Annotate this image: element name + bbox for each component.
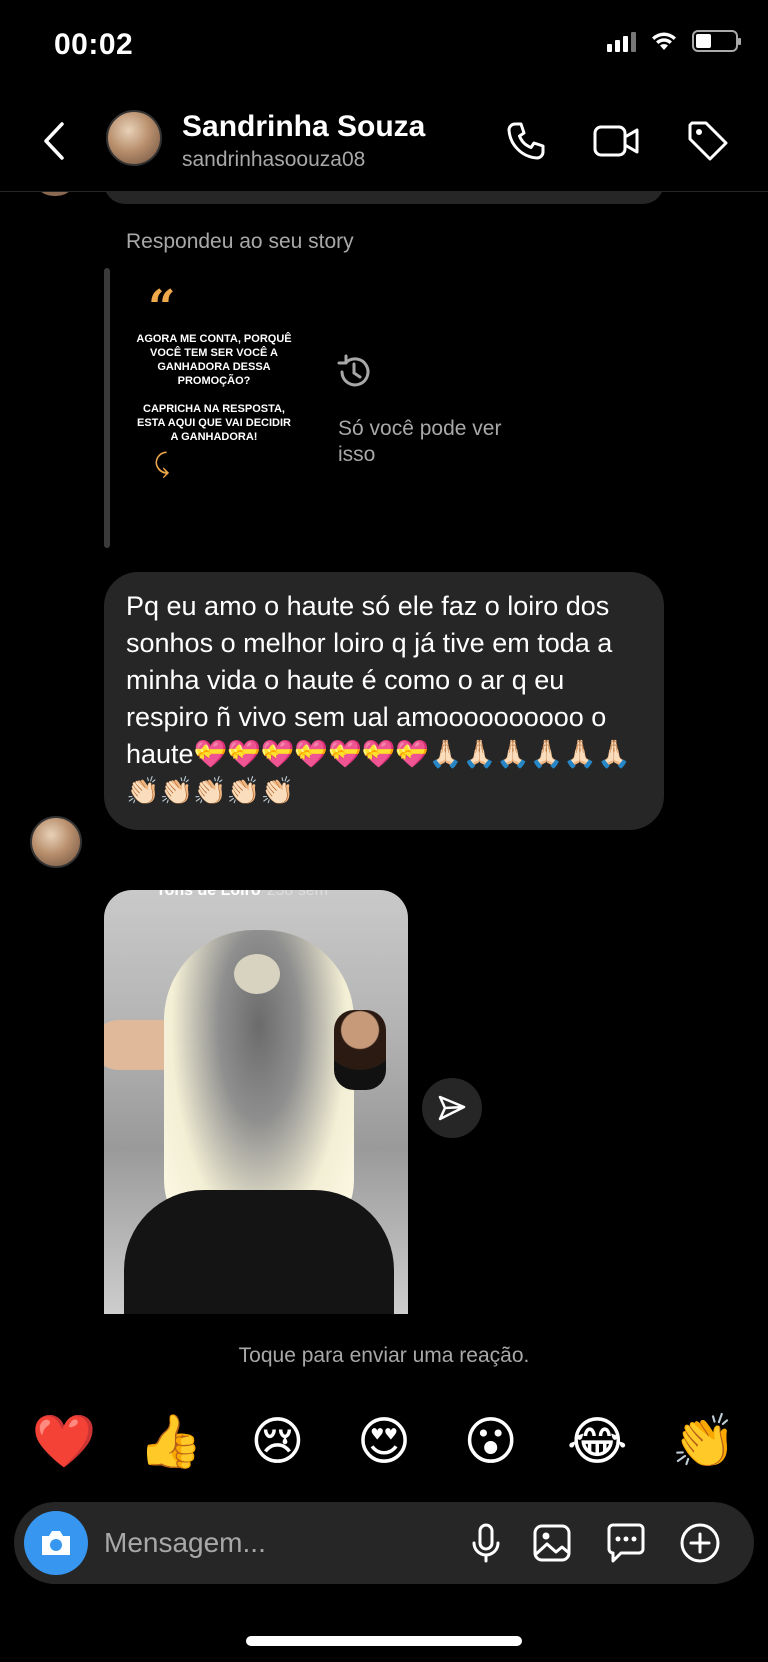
shared-story-image[interactable]: Tons de Loiro 238 sem xyxy=(104,890,408,1314)
contact-avatar[interactable] xyxy=(106,110,162,166)
reaction-crying[interactable]: 😢 xyxy=(241,1410,313,1474)
back-button[interactable] xyxy=(34,118,74,164)
home-indicator[interactable] xyxy=(246,1636,522,1646)
story-text-cta: CAPRICHA NA RESPOSTA, ESTA AQUI QUE VAI … xyxy=(136,403,291,443)
tag-icon xyxy=(688,121,728,161)
tag-button[interactable] xyxy=(683,116,733,166)
share-button[interactable] xyxy=(422,1078,482,1138)
message-composer xyxy=(14,1502,754,1584)
reaction-heart-eyes[interactable]: 😍 xyxy=(348,1410,420,1474)
video-call-button[interactable] xyxy=(591,116,641,166)
contact-username[interactable]: sandrinhasoouza08 xyxy=(182,148,365,172)
avatar xyxy=(32,192,78,196)
reaction-heart[interactable]: ❤️ xyxy=(28,1410,100,1474)
phone-icon xyxy=(507,122,545,160)
chat-thread[interactable]: Respondeu ao seu story “ AGORA ME CONTA,… xyxy=(0,192,768,1314)
more-button[interactable] xyxy=(678,1521,722,1565)
signal-icon xyxy=(607,30,636,52)
video-icon xyxy=(593,125,639,157)
microphone-icon xyxy=(472,1523,500,1563)
only-you-notice: Só você pode ver isso xyxy=(338,417,502,466)
story-reply-label: Respondeu ao seu story xyxy=(126,230,354,253)
gallery-button[interactable] xyxy=(530,1521,574,1565)
battery-level xyxy=(696,34,712,48)
gallery-icon xyxy=(533,1524,571,1562)
shirt-graphic xyxy=(124,1190,394,1314)
curved-arrow-icon: ⤹ xyxy=(154,448,170,478)
message-bubble[interactable]: Pq eu amo o haute só ele faz o loiro dos… xyxy=(104,572,664,830)
sticker-icon xyxy=(607,1523,645,1563)
back-icon xyxy=(44,122,64,160)
reaction-surprised[interactable]: 😮 xyxy=(455,1410,527,1474)
avatar[interactable] xyxy=(30,816,82,868)
voice-message-button[interactable] xyxy=(464,1521,508,1565)
reaction-bar: ❤️ 👍 😢 😍 😮 😂 👏 xyxy=(28,1410,740,1474)
reaction-clapping[interactable]: 👏 xyxy=(668,1410,740,1474)
history-icon xyxy=(337,354,370,387)
sticker-graphic xyxy=(334,1010,386,1090)
story-owner: Tons de Loiro 238 sem xyxy=(156,890,328,900)
plus-icon xyxy=(680,1523,720,1563)
message-text: Pq eu amo o haute só ele faz o loiro dos… xyxy=(126,591,631,806)
previous-message-bubble[interactable] xyxy=(104,192,664,204)
status-bar: 00:02 xyxy=(0,0,768,90)
battery-icon xyxy=(692,30,741,52)
reaction-thumbs-up[interactable]: 👍 xyxy=(135,1410,207,1474)
quote-icon: “ xyxy=(148,280,176,336)
sticker-button[interactable] xyxy=(604,1521,648,1565)
hair-bun-graphic xyxy=(234,954,280,994)
camera-icon xyxy=(42,1531,70,1555)
reply-divider xyxy=(104,268,110,548)
story-text-question: AGORA ME CONTA, PORQUÊ VOCÊ TEM SER VOCÊ… xyxy=(136,333,292,387)
story-preview[interactable]: “ AGORA ME CONTA, PORQUÊ VOCÊ TEM SER VO… xyxy=(134,280,294,488)
voice-call-button[interactable] xyxy=(501,116,551,166)
story-age: 238 sem xyxy=(266,890,328,899)
reaction-hint: Toque para enviar uma reação. xyxy=(238,1344,530,1367)
camera-button[interactable] xyxy=(24,1511,88,1575)
status-icons xyxy=(607,30,741,52)
story-owner-name: Tons de Loiro xyxy=(156,890,261,899)
message-input[interactable] xyxy=(104,1522,434,1564)
chat-header: Sandrinha Souza sandrinhasoouza08 xyxy=(0,96,768,192)
status-time: 00:02 xyxy=(54,28,134,61)
wifi-icon xyxy=(652,32,676,50)
contact-name[interactable]: Sandrinha Souza xyxy=(182,110,425,144)
reaction-laughing[interactable]: 😂 xyxy=(561,1410,633,1474)
send-icon xyxy=(438,1095,466,1121)
